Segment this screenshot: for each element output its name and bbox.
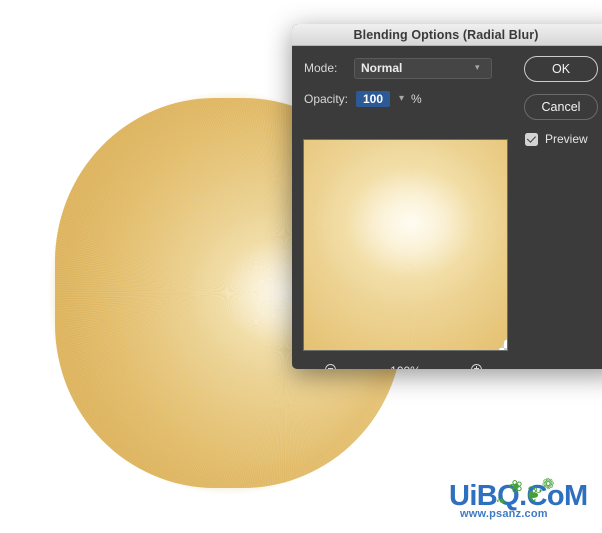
watermark-url: www.psanz.com [460,508,548,520]
preview-checkbox-row[interactable]: Preview [525,132,602,146]
opacity-label: Opacity: [304,92,349,106]
zoom-in-icon[interactable] [470,363,486,369]
dialog-body: Mode: Normal ▾ Opacity: 100 ▾ % OK Cance… [292,46,602,369]
opacity-chevron-down-icon[interactable]: ▾ [399,94,404,104]
mode-label: Mode: [304,61,338,75]
site-watermark: UiBQ.CoM ❀ ❦ ❁ ❧ www.psanz.com [449,475,599,526]
mode-select[interactable]: Normal ▾ [354,57,492,79]
leaf-ornament-icon: ❧ [494,492,509,509]
ok-button[interactable]: OK [524,56,598,82]
preview-checkbox-label: Preview [545,132,588,146]
zoom-controls: 100% [303,358,508,369]
preview-checkbox[interactable] [525,132,538,146]
mode-select-value: Normal [361,61,403,75]
zoom-out-icon[interactable] [325,363,340,369]
opacity-value: 100 [362,92,384,106]
blending-options-dialog[interactable]: Blending Options (Radial Blur) Mode: Nor… [292,24,602,369]
preview-artwork [304,140,507,350]
dialog-titlebar[interactable]: Blending Options (Radial Blur) [292,24,602,46]
preview-thumbnail[interactable] [303,139,508,351]
zoom-level: 100% [390,364,421,369]
opacity-unit: % [411,92,422,106]
dialog-buttons: OK Cancel Preview [524,56,602,146]
photoshop-canvas: Blending Options (Radial Blur) Mode: Nor… [0,0,602,533]
preview-fur-texture [304,140,507,350]
chevron-down-icon: ▾ [475,62,480,73]
opacity-input[interactable]: 100 [356,91,390,107]
leaf-ornament-icon: ❁ [541,475,556,494]
cancel-button[interactable]: Cancel [524,94,598,120]
dialog-title: Blending Options (Radial Blur) [353,27,539,42]
